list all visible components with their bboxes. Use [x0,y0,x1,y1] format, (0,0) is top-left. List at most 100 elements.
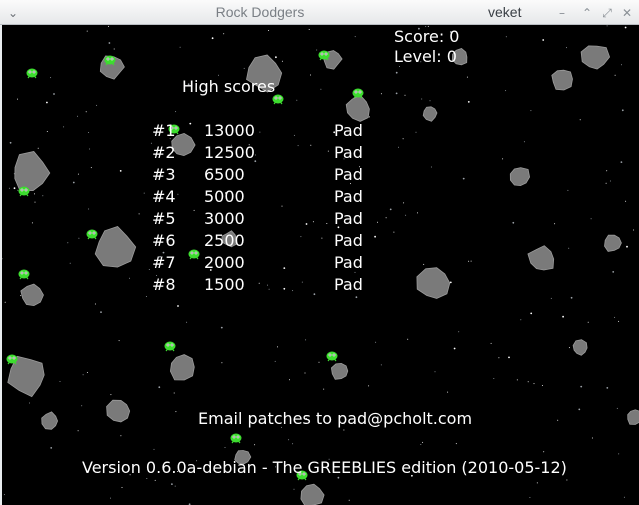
star [108,42,111,44]
minimize-icon[interactable]: – [554,5,570,21]
game-canvas[interactable]: Score: 0 Level: 0 High scores #1 13000 P… [2,25,639,505]
star [562,315,564,318]
high-score-name: Pad [334,121,363,140]
star [527,381,529,383]
greeblie [230,433,242,444]
star [292,290,294,292]
star [3,494,5,496]
high-score-name: Pad [334,275,363,294]
high-score-value: 12500 [204,143,255,162]
star [146,478,148,479]
star [618,453,620,455]
star [88,132,90,133]
star [34,193,35,195]
star [193,209,195,211]
star [455,443,457,445]
star [590,218,592,220]
star [2,258,3,260]
high-score-name: Pad [334,231,363,250]
star [395,92,398,95]
star [313,293,316,296]
asteroid [345,94,370,122]
greeblie [18,269,30,280]
greeblie [86,229,98,240]
score-display: Score: 0 [394,27,460,46]
star [78,237,80,239]
star [354,36,356,38]
star [221,362,223,364]
star [606,387,609,389]
star [243,67,245,69]
star [42,195,44,197]
star [17,189,19,191]
star [612,271,615,273]
star [380,93,382,95]
close-icon[interactable]: ✕ [619,5,635,21]
high-score-value: 6500 [204,165,245,184]
high-score-name: Pad [334,143,363,162]
star [258,282,260,284]
star [606,25,608,27]
high-score-value: 2500 [204,231,245,250]
star [259,131,261,133]
high-score-value: 13000 [204,121,255,140]
window-title: Rock Dodgers [215,4,305,20]
app-name: veket [488,4,522,20]
asteroid [551,69,573,91]
chevron-down-icon[interactable]: ⌄ [6,6,20,20]
maximize-icon[interactable]: ⤢ [599,5,615,21]
star [46,131,48,132]
star [566,47,567,49]
star [96,104,98,106]
asteroids [7,45,639,505]
greeblie [18,186,30,197]
asteroid [509,167,531,187]
star [606,170,608,172]
star [453,347,456,350]
shade-icon[interactable]: ⌃ [579,5,595,21]
star [468,260,470,262]
high-score-rank: #3 [152,165,176,184]
star [434,371,436,373]
star [218,74,219,76]
star [296,99,298,101]
star [174,485,176,487]
star [177,305,179,307]
high-score-value: 5000 [204,187,245,206]
star [283,287,286,290]
star [100,311,102,313]
star [407,338,409,340]
star [50,77,52,79]
star [145,296,147,297]
asteroid [580,45,611,70]
star [268,30,270,31]
star [605,182,607,184]
star [305,339,307,341]
star [143,192,145,194]
star [31,222,33,224]
star [108,25,109,27]
version-info: Version 0.6.0a-debian - The GREEBLIES ed… [82,458,567,477]
star [374,235,376,238]
star [323,388,325,390]
star [618,320,620,322]
star [493,378,495,379]
high-score-name: Pad [334,187,363,206]
star [283,267,286,269]
star [20,295,22,297]
star [17,98,18,100]
star [171,483,173,485]
high-score-rank: #1 [152,121,176,140]
star [224,447,226,448]
level-display: Level: 0 [394,47,457,66]
star [326,223,328,224]
star [498,357,500,359]
star [609,180,611,182]
star [327,150,329,152]
star [530,110,532,112]
star [275,56,277,59]
asteroid [422,106,438,122]
star [402,138,404,140]
star [59,381,61,382]
star [377,221,378,223]
